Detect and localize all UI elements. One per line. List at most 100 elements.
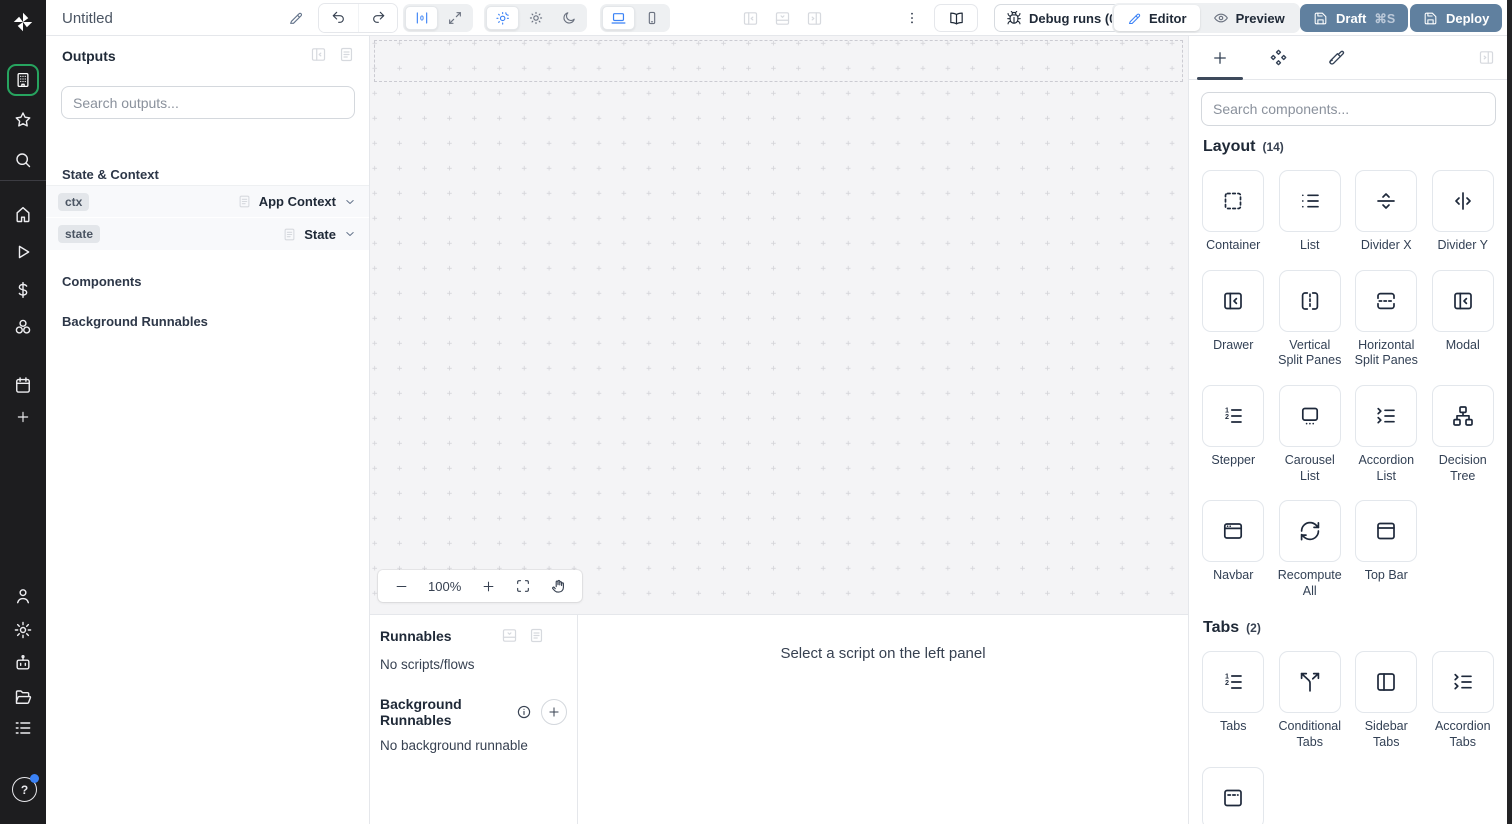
full-width-toggle[interactable] [438, 6, 471, 30]
deploy-button[interactable]: Deploy [1410, 4, 1503, 32]
component-card-box[interactable] [1202, 500, 1265, 563]
tab-component-tree[interactable] [1249, 36, 1307, 79]
component-card-recompute[interactable]: Recompute All [1278, 500, 1343, 599]
component-card-horizontal-split[interactable]: Horizontal Split Panes [1354, 269, 1419, 369]
output-row[interactable]: ctx App Context [46, 185, 369, 218]
output-row[interactable]: state State [46, 218, 369, 251]
component-card-label: List [1300, 238, 1320, 252]
sidebar-item-apps[interactable] [7, 64, 39, 96]
sidebar-item-search[interactable] [0, 147, 46, 173]
component-card-box[interactable] [1355, 500, 1418, 563]
component-card-tabs[interactable]: 1 2 Tabs [1201, 651, 1266, 735]
draft-button[interactable]: Draft ⌘S [1300, 4, 1409, 32]
theme-dark-toggle[interactable] [552, 6, 585, 30]
component-card-box[interactable] [1355, 269, 1418, 332]
tab-styling[interactable] [1307, 36, 1365, 79]
component-card-conditional-tabs[interactable]: Conditional Tabs [1278, 651, 1343, 750]
component-card-drawer[interactable]: Drawer [1201, 269, 1266, 354]
component-card-vertical-split[interactable]: Vertical Split Panes [1278, 269, 1343, 369]
component-card-box[interactable] [1278, 651, 1341, 714]
preview-tab[interactable]: Preview [1200, 5, 1298, 31]
docs-button[interactable] [934, 4, 978, 32]
component-card-decision-tree[interactable]: Decision Tree [1431, 384, 1496, 484]
component-card-container[interactable]: Container [1201, 170, 1266, 254]
outputs-doc-icon[interactable] [338, 46, 355, 63]
sidebar-item-favorites[interactable] [0, 107, 46, 133]
help-button[interactable]: ? [12, 774, 39, 802]
component-card-box[interactable] [1278, 170, 1341, 232]
mobile-view-toggle[interactable] [635, 6, 668, 30]
sidebar-item-logs[interactable] [0, 715, 46, 741]
undo-button[interactable] [319, 4, 358, 32]
component-card-invisible-tabs[interactable] [1201, 766, 1266, 824]
component-card-divider-x[interactable]: Divider X [1354, 170, 1419, 254]
component-card-top-bar[interactable]: Top Bar [1354, 500, 1419, 584]
sidebar-item-schedules[interactable] [0, 372, 46, 398]
search-outputs-input[interactable] [61, 86, 355, 119]
theme-auto-toggle[interactable] [486, 6, 519, 30]
component-card-box[interactable] [1278, 384, 1341, 447]
windmill-logo-icon[interactable] [0, 9, 46, 35]
sidebar-item-resources[interactable] [0, 314, 46, 340]
sidebar-item-folders[interactable] [0, 684, 46, 710]
search-components-input[interactable] [1201, 92, 1496, 126]
component-card-list[interactable]: List [1278, 170, 1343, 254]
component-card-box[interactable] [1355, 170, 1418, 232]
chevron-down-icon[interactable] [343, 195, 357, 209]
canvas-drop-zone[interactable] [374, 40, 1183, 82]
component-card-sidebar-tabs[interactable]: Sidebar Tabs [1354, 651, 1419, 750]
component-card-box[interactable] [1202, 269, 1265, 332]
collapse-outputs-panel-icon[interactable] [310, 46, 327, 63]
component-card-modal[interactable]: Modal [1431, 269, 1496, 354]
component-card-navbar[interactable]: Navbar [1201, 500, 1266, 584]
component-card-box[interactable] [1278, 500, 1341, 563]
desktop-view-toggle[interactable] [602, 6, 635, 30]
add-background-runnable-button[interactable] [541, 699, 567, 725]
zoom-in-button[interactable] [481, 579, 496, 594]
component-card-accordion-tabs[interactable]: Accordion Tabs [1431, 651, 1496, 750]
app-canvas[interactable]: ++++++++++++++++++++++++++++++++++ +++++… [370, 36, 1188, 614]
sidebar-item-settings[interactable] [0, 617, 46, 643]
sidebar-item-home[interactable] [0, 201, 46, 227]
centered-width-toggle[interactable]: 0 [405, 6, 438, 30]
toggle-bottom-panel-icon[interactable] [774, 10, 791, 27]
component-card-box[interactable] [1355, 384, 1418, 447]
runnables-doc-icon[interactable] [528, 627, 545, 644]
toggle-left-panel-icon[interactable] [742, 10, 759, 27]
more-options-button[interactable] [904, 0, 920, 36]
component-card-box[interactable]: 12 [1202, 384, 1265, 447]
redo-button[interactable] [358, 4, 397, 32]
component-card-accordion-list[interactable]: Accordion List [1354, 384, 1419, 484]
zoom-out-button[interactable] [394, 579, 409, 594]
sidebar-item-variables[interactable] [0, 277, 46, 303]
editor-tab[interactable]: Editor [1114, 5, 1200, 31]
component-card-box[interactable] [1278, 269, 1341, 332]
component-card-carousel[interactable]: Carousel List [1278, 384, 1343, 484]
component-card-box[interactable] [1202, 170, 1265, 232]
chevron-down-icon[interactable] [343, 227, 357, 241]
sidebar-item-create[interactable] [0, 404, 46, 430]
component-card-box[interactable] [1431, 170, 1494, 232]
sidebar-item-workers[interactable] [0, 650, 46, 676]
toggle-right-panel-icon[interactable] [806, 10, 823, 27]
component-card-box[interactable]: 12 [1202, 651, 1265, 714]
editor-label: Editor [1149, 10, 1187, 26]
info-icon[interactable] [516, 704, 532, 720]
collapse-components-panel-icon[interactable] [1478, 49, 1495, 66]
sidebar-item-user[interactable] [0, 583, 46, 609]
component-card-box[interactable] [1202, 766, 1265, 824]
edit-title-button[interactable] [288, 0, 304, 36]
sidebar-item-runs[interactable] [0, 239, 46, 265]
tab-insert-component[interactable] [1191, 36, 1249, 80]
collapse-runnables-panel-icon[interactable] [501, 627, 518, 644]
fit-view-button[interactable] [515, 578, 531, 594]
component-card-box[interactable] [1431, 384, 1494, 447]
pan-tool-button[interactable] [550, 578, 566, 594]
theme-light-toggle[interactable] [519, 6, 552, 30]
component-card-box[interactable] [1431, 269, 1494, 332]
component-section: Layout (14) Container List Divider X Divider … [1201, 138, 1495, 599]
component-card-divider-y[interactable]: Divider Y [1431, 170, 1496, 254]
component-card-stepper[interactable]: 1 2 Stepper [1201, 384, 1266, 469]
component-card-box[interactable] [1355, 651, 1418, 714]
component-card-box[interactable] [1431, 651, 1494, 714]
